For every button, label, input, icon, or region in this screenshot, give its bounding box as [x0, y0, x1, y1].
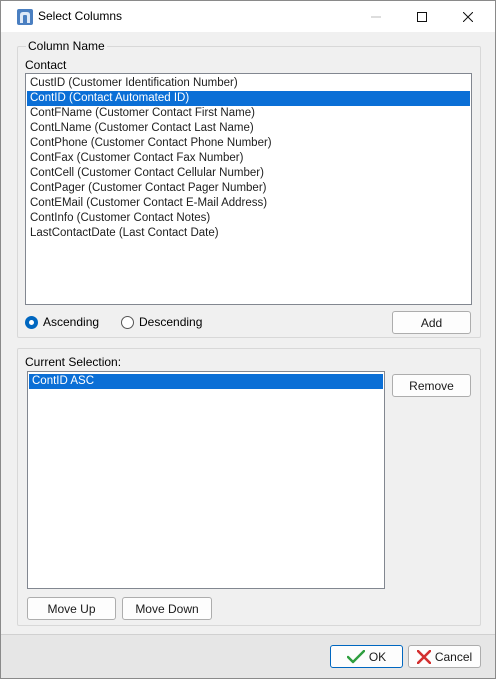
ascending-radio[interactable]: Ascending [25, 315, 99, 329]
list-item[interactable]: ContPhone (Customer Contact Phone Number… [27, 136, 470, 151]
remove-button[interactable]: Remove [392, 374, 471, 397]
ascending-radio-indicator[interactable] [25, 315, 38, 329]
dialog-body: Column Name Contact CustID (Customer Ide… [1, 32, 495, 678]
descending-radio[interactable]: Descending [121, 315, 202, 329]
add-button[interactable]: Add [392, 311, 471, 334]
list-item[interactable]: ContFName (Customer Contact First Name) [27, 106, 470, 121]
list-item[interactable]: ContLName (Customer Contact Last Name) [27, 121, 470, 136]
column-name-legend: Column Name [26, 39, 107, 53]
current-selection-listbox[interactable]: ContID ASC [27, 371, 385, 589]
maximize-button[interactable] [399, 1, 445, 32]
list-item[interactable]: ContEMail (Customer Contact E-Mail Addre… [27, 196, 470, 211]
minimize-icon [371, 16, 381, 17]
list-item[interactable]: ContID ASC [29, 374, 383, 389]
maximize-icon [417, 11, 427, 22]
move-down-button[interactable]: Move Down [122, 597, 212, 620]
ascending-label: Ascending [43, 315, 100, 329]
columns-listbox[interactable]: CustID (Customer Identification Number) C… [25, 73, 472, 305]
list-item[interactable]: ContInfo (Customer Contact Notes) [27, 211, 470, 226]
cancel-button[interactable]: Cancel [408, 645, 481, 668]
cancel-x-icon [416, 649, 431, 664]
list-item[interactable]: ContID (Contact Automated ID) [27, 91, 470, 106]
app-icon [17, 9, 33, 25]
current-selection-label: Current Selection: [25, 355, 122, 369]
list-item[interactable]: ContPager (Customer Contact Pager Number… [27, 181, 470, 196]
table-label: Contact [25, 58, 67, 72]
list-item[interactable]: ContCell (Customer Contact Cellular Numb… [27, 166, 470, 181]
ok-button[interactable]: OK [330, 645, 403, 668]
list-item[interactable]: ContFax (Customer Contact Fax Number) [27, 151, 470, 166]
checkmark-icon [346, 649, 365, 664]
cancel-label: Cancel [434, 649, 473, 664]
list-item[interactable]: LastContactDate (Last Contact Date) [27, 226, 470, 241]
list-item[interactable]: CustID (Customer Identification Number) [27, 76, 470, 91]
title-bar[interactable]: Select Columns [1, 1, 495, 32]
descending-label: Descending [139, 315, 203, 329]
select-columns-dialog: Select Columns Column Name Contact CustI… [0, 0, 496, 679]
window-title: Select Columns [38, 9, 123, 23]
descending-radio-indicator[interactable] [121, 315, 134, 329]
dialog-footer: OK Cancel [1, 634, 495, 678]
close-icon [463, 11, 473, 22]
ok-label: OK [368, 649, 387, 664]
close-button[interactable] [445, 1, 491, 32]
move-up-button[interactable]: Move Up [27, 597, 116, 620]
minimize-button[interactable] [353, 1, 399, 32]
